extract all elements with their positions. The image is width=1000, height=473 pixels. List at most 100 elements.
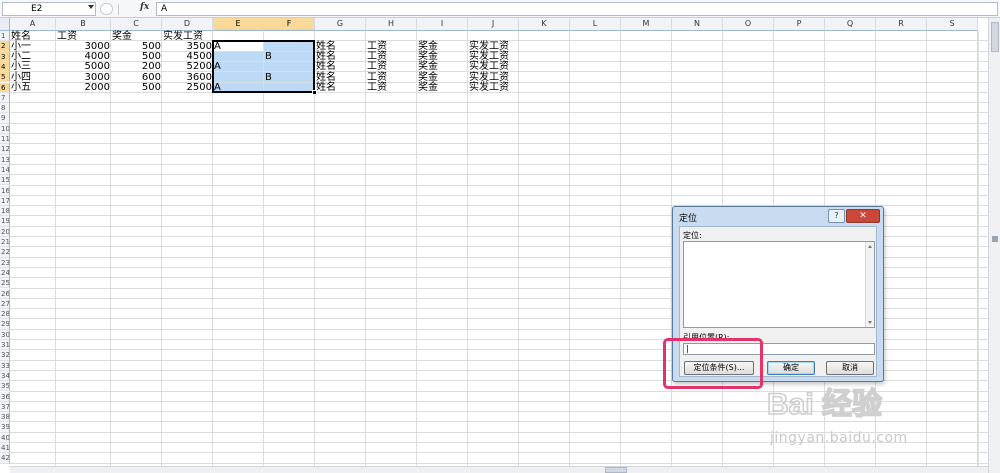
bonus-cell[interactable]: 500 xyxy=(111,82,162,93)
row-header-17[interactable]: 17 xyxy=(0,195,10,207)
scroll-up-icon[interactable] xyxy=(868,245,872,248)
column-header-e[interactable]: E xyxy=(213,18,264,31)
select-all-corner[interactable] xyxy=(0,18,10,31)
row-header-27[interactable]: 27 xyxy=(0,298,10,310)
row-header-28[interactable]: 28 xyxy=(0,309,10,320)
horizontal-scroll-thumb[interactable] xyxy=(605,467,627,473)
row-header-21[interactable]: 21 xyxy=(0,237,10,248)
row-header-4[interactable]: 4 xyxy=(0,61,10,73)
row-header-1[interactable]: 1 xyxy=(0,31,10,42)
grid-vline xyxy=(620,31,621,468)
row-header-32[interactable]: 32 xyxy=(0,350,10,361)
row-header-9[interactable]: 9 xyxy=(0,113,10,124)
insert-function-button[interactable]: fx xyxy=(140,2,149,12)
column-header-l[interactable]: L xyxy=(570,18,621,31)
column-header-o[interactable]: O xyxy=(723,18,774,31)
help-button[interactable]: ? xyxy=(828,209,845,223)
grid-vline xyxy=(314,31,315,468)
chevron-down-icon[interactable] xyxy=(88,5,94,9)
grid-vline xyxy=(161,31,162,468)
total-cell[interactable]: 2500 xyxy=(162,82,213,93)
column-header-m[interactable]: M xyxy=(621,18,672,31)
row-header-23[interactable]: 23 xyxy=(0,257,10,268)
column-header-a[interactable]: A xyxy=(10,18,56,31)
row-header-24[interactable]: 24 xyxy=(0,267,10,279)
column-header-c[interactable]: C xyxy=(111,18,162,31)
repeated-header-cell[interactable]: 奖金 xyxy=(417,82,468,93)
column-header-g[interactable]: G xyxy=(315,18,366,31)
row-header-35[interactable]: 35 xyxy=(0,381,10,392)
grid-hline xyxy=(10,163,988,165)
row-header-6[interactable]: 6 xyxy=(0,82,10,93)
row-header-33[interactable]: 33 xyxy=(0,360,10,371)
row-header-13[interactable]: 13 xyxy=(0,154,10,165)
repeated-header-cell[interactable]: 实发工资 xyxy=(468,82,519,93)
row-header-30[interactable]: 30 xyxy=(0,329,10,340)
close-button[interactable]: ✕ xyxy=(846,209,880,223)
column-header-s[interactable]: S xyxy=(927,18,978,31)
formula-expand-icon[interactable] xyxy=(100,3,113,15)
row-header-22[interactable]: 22 xyxy=(0,247,10,258)
column-header-f[interactable]: F xyxy=(264,18,315,31)
column-header-n[interactable]: N xyxy=(672,18,723,31)
row-header-41[interactable]: 41 xyxy=(0,443,10,454)
column-header-r[interactable]: R xyxy=(876,18,927,31)
row-header-29[interactable]: 29 xyxy=(0,319,10,330)
row-header-12[interactable]: 12 xyxy=(0,144,10,155)
column-header-j[interactable]: J xyxy=(468,18,519,31)
row-header-2[interactable]: 2 xyxy=(0,41,10,52)
fill-handle[interactable] xyxy=(312,89,317,95)
repeated-header-cell[interactable]: 工资 xyxy=(366,82,417,93)
row-header-26[interactable]: 26 xyxy=(0,288,10,299)
row-header-42[interactable]: 42 xyxy=(0,453,10,464)
row-header-39[interactable]: 39 xyxy=(0,422,10,433)
row-header-14[interactable]: 14 xyxy=(0,164,10,176)
row-header-16[interactable]: 16 xyxy=(0,185,10,196)
column-header-d[interactable]: D xyxy=(162,18,213,31)
listbox-scrollbar[interactable] xyxy=(865,242,874,327)
row-header-25[interactable]: 25 xyxy=(0,278,10,289)
column-header-b[interactable]: B xyxy=(56,18,111,31)
name-cell[interactable]: 小五 xyxy=(10,82,56,93)
ok-button[interactable]: 确定 xyxy=(767,361,815,375)
vertical-scrollbar[interactable] xyxy=(988,18,1000,473)
grid-vline xyxy=(110,31,111,468)
row-header-3[interactable]: 3 xyxy=(0,51,10,62)
row-header-11[interactable]: 11 xyxy=(0,134,10,145)
row-header-31[interactable]: 31 xyxy=(0,340,10,351)
column-header-i[interactable]: I xyxy=(417,18,468,31)
column-header-p[interactable]: P xyxy=(774,18,825,31)
split-handle-icon[interactable] xyxy=(992,236,998,242)
formula-input[interactable]: A xyxy=(156,2,998,16)
grid-vline xyxy=(518,31,519,468)
column-header-k[interactable]: K xyxy=(519,18,570,31)
scroll-down-icon[interactable] xyxy=(868,321,872,324)
column-header-h[interactable]: H xyxy=(366,18,417,31)
row-header-7[interactable]: 7 xyxy=(0,92,10,104)
grid-vline xyxy=(263,31,264,468)
column-header-q[interactable]: Q xyxy=(825,18,876,31)
grid-hline xyxy=(10,102,988,104)
row-header-18[interactable]: 18 xyxy=(0,206,10,217)
row-header-5[interactable]: 5 xyxy=(0,72,10,83)
row-header-19[interactable]: 19 xyxy=(0,216,10,227)
row-header-36[interactable]: 36 xyxy=(0,391,10,402)
row-header-10[interactable]: 10 xyxy=(0,123,10,134)
grid-hline xyxy=(10,462,988,464)
row-header-40[interactable]: 40 xyxy=(0,432,10,443)
name-box[interactable]: E2 xyxy=(2,2,96,16)
vertical-scroll-thumb[interactable] xyxy=(991,22,999,52)
goto-listbox[interactable] xyxy=(683,241,875,328)
cancel-button[interactable]: 取消 xyxy=(826,361,874,375)
row-header-20[interactable]: 20 xyxy=(0,226,10,237)
horizontal-scrollbar[interactable] xyxy=(10,466,988,473)
row-header-38[interactable]: 38 xyxy=(0,412,10,423)
grid-vline xyxy=(467,31,468,468)
row-header-8[interactable]: 8 xyxy=(0,103,10,114)
repeated-header-cell[interactable]: 姓名 xyxy=(315,82,366,93)
salary-cell[interactable]: 2000 xyxy=(56,82,111,93)
row-header-37[interactable]: 37 xyxy=(0,401,10,413)
row-header-15[interactable]: 15 xyxy=(0,175,10,186)
row-header-34[interactable]: 34 xyxy=(0,370,10,382)
grid-hline xyxy=(10,184,988,186)
